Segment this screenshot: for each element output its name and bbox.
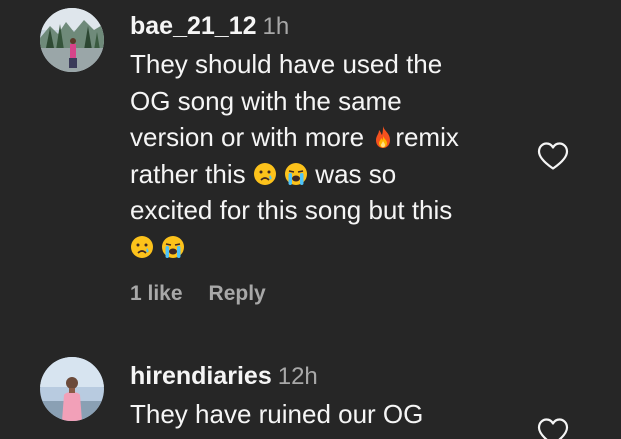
comment-line-text: rather this — [130, 158, 253, 189]
comment-line: OG song with the same — [130, 85, 402, 116]
comment-line: They have ruined our OG — [130, 399, 424, 429]
heart-outline-icon[interactable] — [536, 141, 570, 171]
avatar[interactable] — [40, 357, 104, 421]
fire-emoji — [371, 125, 395, 149]
comment-line-text: version or with more — [130, 122, 372, 152]
comment-line: rather this was so — [130, 156, 530, 193]
comment-line: They should have used the — [130, 49, 443, 79]
timestamp: 12h — [277, 363, 318, 390]
username[interactable]: hirendiaries — [130, 362, 272, 390]
loudly-crying-face-emoji — [161, 235, 185, 259]
comment-item: bae_21_12 1h They should have used the OG… — [0, 0, 621, 340]
comment-line: version or with more remix — [130, 119, 530, 156]
comment-line-text: was so — [308, 158, 397, 189]
reply-button[interactable]: Reply — [209, 282, 266, 305]
comments-list: bae_21_12 1h They should have used the OG… — [0, 0, 621, 439]
loudly-crying-face-emoji — [284, 162, 308, 186]
comment-header: bae_21_12 1h — [130, 11, 289, 45]
comment-line-text — [277, 159, 284, 189]
comment-text: They should have used the OG song with t… — [130, 46, 530, 265]
heart-outline-icon[interactable] — [536, 417, 570, 439]
comment-actions: 1 like Reply — [130, 282, 266, 306]
crying-face-emoji — [253, 162, 277, 186]
avatar[interactable] — [40, 8, 104, 72]
username[interactable]: bae_21_12 — [130, 12, 257, 40]
comment-item: hirendiaries 12h They have ruined our OG — [0, 345, 621, 439]
comment-line: excited for this song but this — [130, 195, 453, 225]
comment-text: They have ruined our OG — [130, 396, 530, 433]
comment-header: hirendiaries 12h — [130, 361, 318, 395]
comment-line-text: remix — [395, 122, 459, 152]
timestamp: 1h — [262, 13, 290, 40]
like-count[interactable]: 1 like — [130, 282, 183, 305]
crying-face-emoji — [130, 235, 154, 259]
comment-line — [130, 229, 530, 266]
